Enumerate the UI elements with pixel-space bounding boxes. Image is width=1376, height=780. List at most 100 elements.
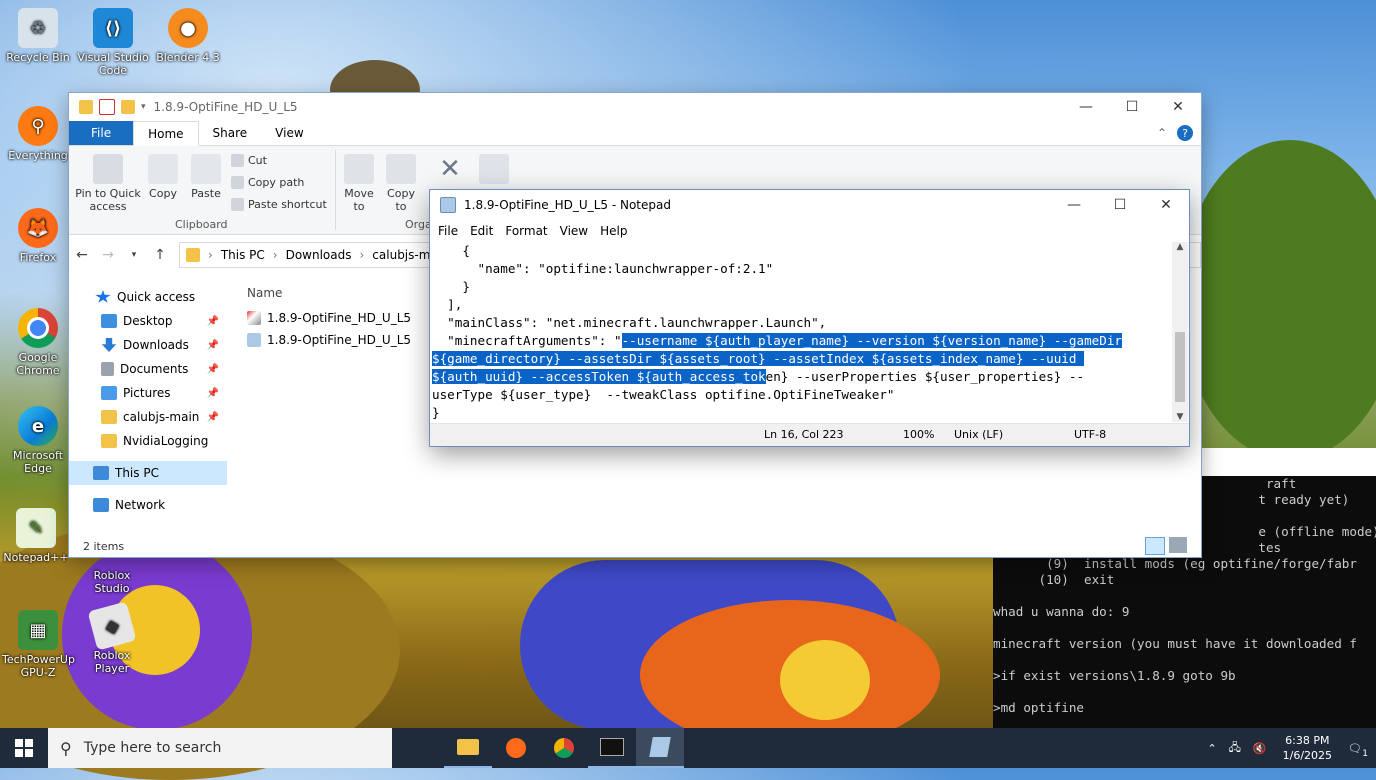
- clock-date: 1/6/2025: [1282, 749, 1333, 762]
- breadcrumb-separator-icon: ›: [208, 248, 213, 262]
- roblox-player-icon[interactable]: ◆ Roblox Player: [76, 601, 148, 675]
- firefox-icon[interactable]: 🦊 Firefox: [2, 208, 74, 264]
- copy-label: Copy: [149, 187, 177, 200]
- nav-item-this-pc[interactable]: This PC: [69, 461, 227, 485]
- clock[interactable]: 6:38 PM 1/6/2025: [1283, 733, 1332, 763]
- paste-button[interactable]: Paste: [187, 154, 225, 200]
- back-arrow-icon[interactable]: ←: [69, 247, 95, 263]
- chrome-taskbar-icon[interactable]: [540, 728, 588, 768]
- breadcrumb-this-pc[interactable]: This PC: [221, 248, 265, 262]
- list-item[interactable]: 1.8.9-OptiFine_HD_U_L5: [247, 329, 411, 351]
- desktop-icon-label: Everything: [8, 149, 68, 162]
- pin-to-quick-access-button[interactable]: Pin to Quick access: [75, 154, 141, 213]
- text-line: userType ${user_type} --tweakClass optif…: [432, 386, 1172, 404]
- file-explorer-taskbar-icon[interactable]: [444, 728, 492, 768]
- clipboard-group-label: Clipboard: [175, 218, 228, 231]
- minimize-button[interactable]: —: [1063, 93, 1109, 121]
- console-line: >md optifine: [993, 700, 1084, 715]
- gpu-z-icon[interactable]: ▦ TechPowerUp GPU-Z: [2, 610, 75, 679]
- volume-muted-icon[interactable]: 🔇: [1253, 742, 1267, 755]
- text-line: "minecraftArguments": "--username ${auth…: [432, 332, 1172, 350]
- new-folder-icon[interactable]: [121, 100, 135, 114]
- close-button[interactable]: ✕: [1143, 190, 1189, 220]
- up-arrow-icon[interactable]: ↑: [147, 247, 173, 263]
- notepad-plus-plus-icon[interactable]: ✎ Notepad++: [0, 508, 72, 564]
- help-icon[interactable]: ?: [1177, 125, 1193, 141]
- terminal-taskbar-icon[interactable]: [588, 728, 636, 768]
- text-line: "mainClass": "net.minecraft.launchwrappe…: [432, 314, 1172, 332]
- nav-item-network[interactable]: Network: [69, 493, 227, 517]
- line-text: userType ${user_type} --tweakClass optif…: [432, 387, 895, 402]
- console-line: minecraft version (you must have it down…: [993, 636, 1357, 651]
- maximize-button[interactable]: ☐: [1097, 190, 1143, 220]
- menu-view[interactable]: View: [556, 224, 596, 238]
- rename-button[interactable]: [479, 154, 509, 187]
- file-name: 1.8.9-OptiFine_HD_U_L5: [267, 311, 412, 325]
- column-header-name[interactable]: Name: [247, 279, 411, 307]
- vscode-icon[interactable]: ⟨⟩ Visual Studio Code: [77, 8, 149, 77]
- cut-button[interactable]: Cut: [231, 154, 267, 167]
- nav-item-documents[interactable]: Documents 📌: [69, 357, 227, 381]
- edge-icon[interactable]: e Microsoft Edge: [2, 406, 74, 475]
- nav-item-quick-access[interactable]: Quick access: [69, 285, 227, 309]
- notepad-taskbar-icon[interactable]: [636, 728, 684, 768]
- notepad-text-area[interactable]: { "name": "optifine:launchwrapper-of:2.1…: [432, 242, 1172, 422]
- tab-file[interactable]: File: [69, 121, 134, 145]
- maximize-button[interactable]: ☐: [1109, 93, 1155, 121]
- close-button[interactable]: ✕: [1155, 93, 1201, 121]
- jar-file-icon: [247, 311, 261, 325]
- folder-icon: [79, 100, 93, 114]
- firefox-taskbar-icon[interactable]: [492, 728, 540, 768]
- copy-path-icon: [231, 176, 244, 189]
- scroll-thumb[interactable]: [1175, 332, 1185, 402]
- tab-view[interactable]: View: [261, 121, 317, 145]
- file-list: Name 1.8.9-OptiFine_HD_U_L5 1.8.9-OptiFi…: [247, 279, 411, 351]
- large-icons-view-icon[interactable]: [1169, 537, 1187, 553]
- nav-item-desktop[interactable]: Desktop 📌: [69, 309, 227, 333]
- recycle-bin-icon[interactable]: ♻ Recycle Bin: [2, 8, 74, 64]
- copy-path-button[interactable]: Copy path: [231, 176, 304, 189]
- blender-icon[interactable]: ● Blender 4.3: [152, 8, 224, 64]
- nav-item-nvidialogging[interactable]: NvidiaLogging: [69, 429, 227, 453]
- pictures-icon: [101, 386, 117, 400]
- delete-button[interactable]: ✕: [435, 154, 465, 187]
- nav-item-downloads[interactable]: Downloads 📌: [69, 333, 227, 357]
- taskbar-search[interactable]: ⚲ Type here to search: [48, 728, 392, 768]
- chevron-down-icon[interactable]: ▾: [141, 102, 146, 112]
- menu-file[interactable]: File: [434, 224, 466, 238]
- chrome-icon[interactable]: Google Chrome: [2, 308, 74, 377]
- nav-item-calubjs-main[interactable]: calubjs-main 📌: [69, 405, 227, 429]
- everything-search-icon[interactable]: ⚲ Everything: [2, 106, 74, 162]
- menu-edit[interactable]: Edit: [466, 224, 501, 238]
- computer-icon: [93, 466, 109, 480]
- network-icon[interactable]: 🖧: [1229, 739, 1241, 758]
- vertical-scrollbar[interactable]: ▲ ▼: [1172, 242, 1188, 422]
- show-hidden-icons-icon[interactable]: ⌃: [1207, 742, 1216, 755]
- ribbon-collapse-icon[interactable]: ⌃: [1157, 126, 1167, 140]
- copy-to-button[interactable]: Copy to: [383, 154, 419, 213]
- minimize-button[interactable]: —: [1051, 190, 1097, 220]
- menu-format[interactable]: Format: [501, 224, 555, 238]
- paste-shortcut-button[interactable]: Paste shortcut: [231, 198, 327, 211]
- nav-item-pictures[interactable]: Pictures 📌: [69, 381, 227, 405]
- copy-to-label: Copy to: [387, 187, 415, 213]
- copy-icon: [148, 154, 178, 184]
- tab-home[interactable]: Home: [133, 121, 199, 146]
- details-view-icon[interactable]: [1145, 537, 1165, 555]
- start-button[interactable]: [0, 728, 48, 768]
- copy-button[interactable]: Copy: [145, 154, 181, 200]
- move-to-button[interactable]: Move to: [341, 154, 377, 213]
- scroll-down-icon[interactable]: ▼: [1172, 412, 1188, 422]
- menu-help[interactable]: Help: [596, 224, 635, 238]
- nav-label: NvidiaLogging: [123, 434, 209, 448]
- forward-arrow-icon[interactable]: →: [95, 247, 121, 263]
- properties-icon[interactable]: [99, 99, 115, 115]
- recent-locations-icon[interactable]: ▾: [121, 250, 147, 260]
- breadcrumb-downloads[interactable]: Downloads: [286, 248, 352, 262]
- desktop-icon-label: Google Chrome: [16, 351, 60, 377]
- scroll-up-icon[interactable]: ▲: [1172, 242, 1188, 252]
- tab-share[interactable]: Share: [199, 121, 262, 145]
- list-item[interactable]: 1.8.9-OptiFine_HD_U_L5: [247, 307, 411, 329]
- selected-text: --username ${auth_player_name} --version…: [621, 333, 1122, 348]
- notification-icon[interactable]: 🗨 1: [1348, 742, 1368, 759]
